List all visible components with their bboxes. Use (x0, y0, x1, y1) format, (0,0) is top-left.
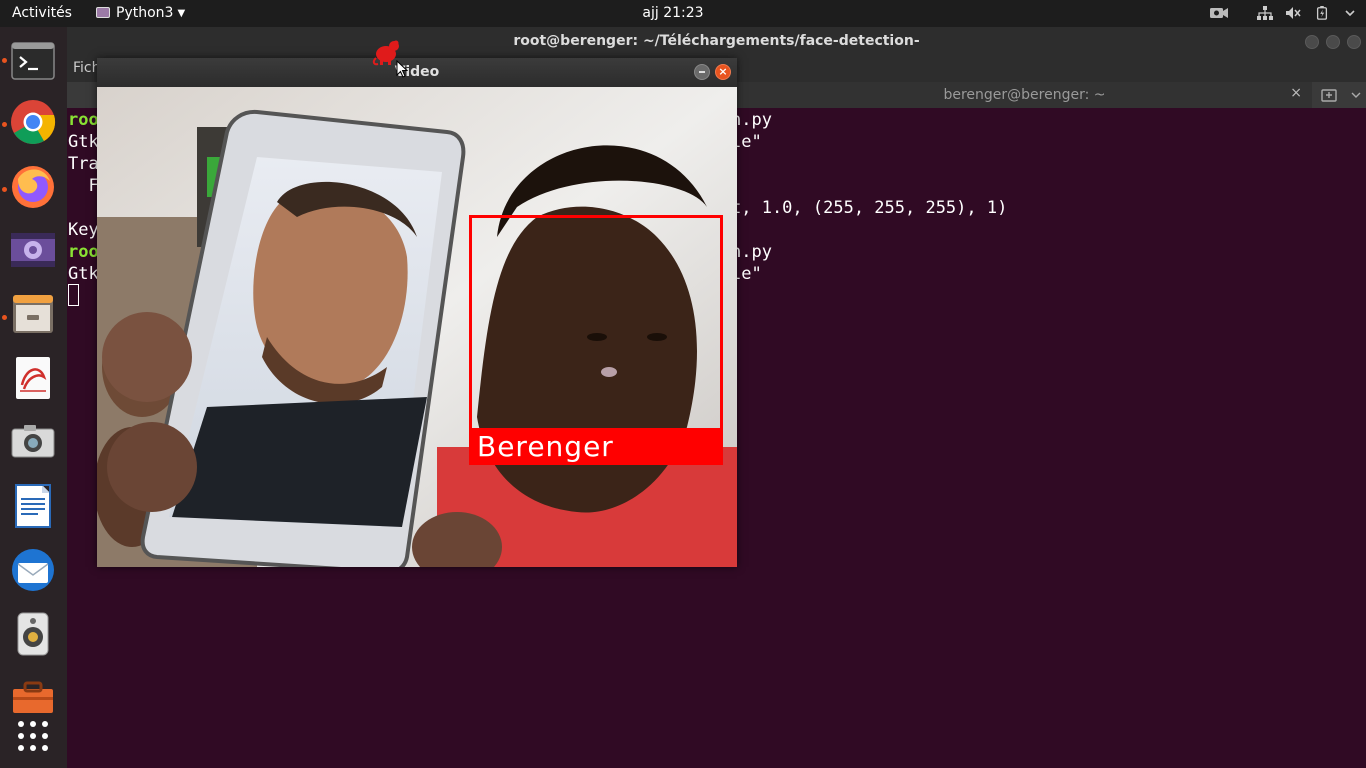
webcam-frame: Berenger (97, 87, 737, 567)
running-indicator (2, 58, 7, 63)
chevron-down-icon: ▼ (177, 8, 186, 19)
tab-label: berenger@berenger: ~ (943, 87, 1106, 103)
video-window[interactable]: Video × Berenger (97, 58, 737, 567)
clock[interactable]: ajj 21:23 (598, 0, 748, 27)
chrome-icon[interactable] (10, 99, 56, 145)
tab-berenger[interactable]: berenger@berenger: ~ × (737, 82, 1312, 108)
volume-muted-icon[interactable] (1285, 6, 1301, 20)
top-bar: Activités Python3 ▼ ajj 21:23 (0, 0, 1366, 27)
document-viewer-icon[interactable] (10, 355, 56, 401)
activities-button[interactable]: Activités (12, 0, 72, 27)
new-tab-icon[interactable] (1321, 87, 1337, 103)
terminal-icon[interactable] (10, 39, 56, 85)
terminal-titlebar[interactable]: root@berenger: ~/Téléchargements/face-de… (67, 27, 1366, 57)
network-icon[interactable] (1257, 6, 1273, 20)
screenshot-icon[interactable] (10, 419, 56, 465)
firefox-icon[interactable] (10, 163, 56, 209)
terminal-line: F (68, 176, 99, 196)
terminal-line: n.py (731, 110, 772, 130)
minimize-button[interactable] (1305, 35, 1319, 49)
dock (0, 27, 67, 768)
terminal-line: Gtk (68, 132, 99, 152)
video-titlebar[interactable]: Video × (97, 58, 737, 87)
terminal-line: Key (68, 220, 99, 240)
terminal-line: Tra (68, 154, 99, 174)
thunderbird-icon[interactable] (10, 547, 56, 593)
video-window-title: Video (394, 64, 440, 80)
tabs-menu-icon[interactable] (1351, 87, 1361, 103)
close-button[interactable] (1347, 35, 1361, 49)
battery-charging-icon[interactable] (1316, 6, 1328, 20)
running-indicator (2, 187, 7, 192)
mouse-pointer-icon (396, 60, 408, 78)
running-indicator (2, 315, 7, 320)
writer-icon[interactable] (10, 483, 56, 529)
app-icon (96, 7, 110, 18)
app-menu-label: Python3 (116, 5, 174, 21)
terminal-cursor (68, 284, 79, 306)
video-player-icon[interactable] (10, 227, 56, 273)
maximize-button[interactable] (1326, 35, 1340, 49)
camera-icon[interactable] (1209, 6, 1229, 20)
terminal-title: root@berenger: ~/Téléchargements/face-de… (513, 33, 920, 49)
face-detection-label: Berenger (469, 428, 723, 465)
terminal-line: t, 1.0, (255, 255, 255), 1) (731, 198, 1008, 218)
close-button[interactable]: × (715, 64, 731, 80)
terminal-line: roo (68, 242, 99, 262)
sound-icon[interactable] (10, 611, 56, 657)
minimize-button[interactable] (694, 64, 710, 80)
terminal-line: roo (68, 110, 99, 130)
terminal-line: n.py (731, 242, 772, 262)
files-icon[interactable] (10, 291, 56, 337)
system-menu-chevron-icon[interactable] (1344, 6, 1356, 20)
app-menu[interactable]: Python3 ▼ (96, 0, 185, 27)
running-indicator (2, 122, 7, 127)
tab-close-icon[interactable]: × (1290, 85, 1302, 101)
app-grid-icon[interactable] (10, 713, 56, 759)
terminal-line: Gtk (68, 264, 99, 284)
